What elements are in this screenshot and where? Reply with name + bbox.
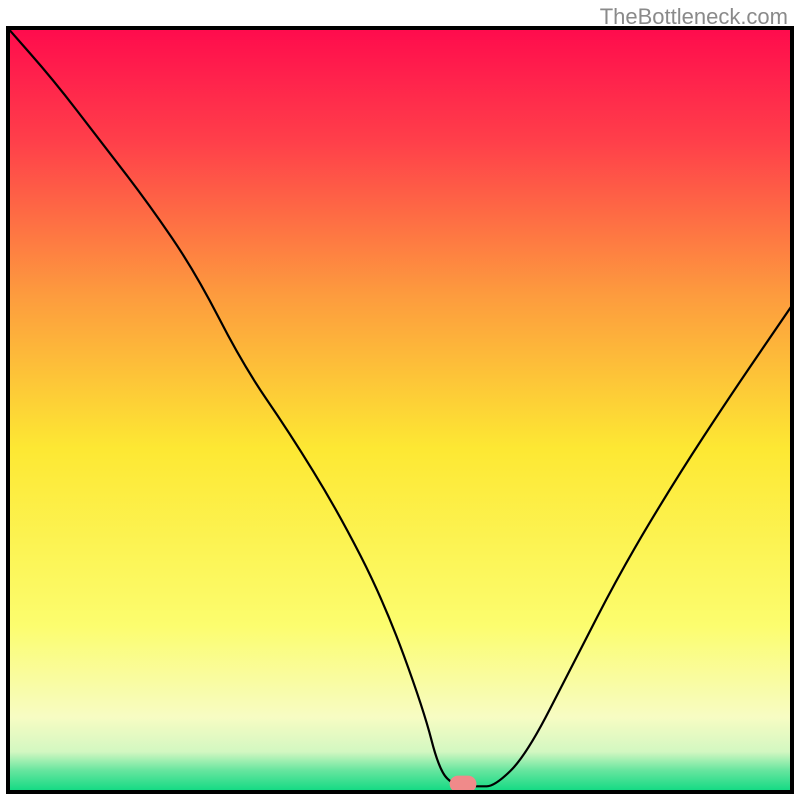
chart-frame: [6, 26, 794, 794]
chart-svg: [6, 26, 794, 794]
watermark-text: TheBottleneck.com: [600, 4, 788, 30]
chart-container: TheBottleneck.com: [0, 0, 800, 800]
